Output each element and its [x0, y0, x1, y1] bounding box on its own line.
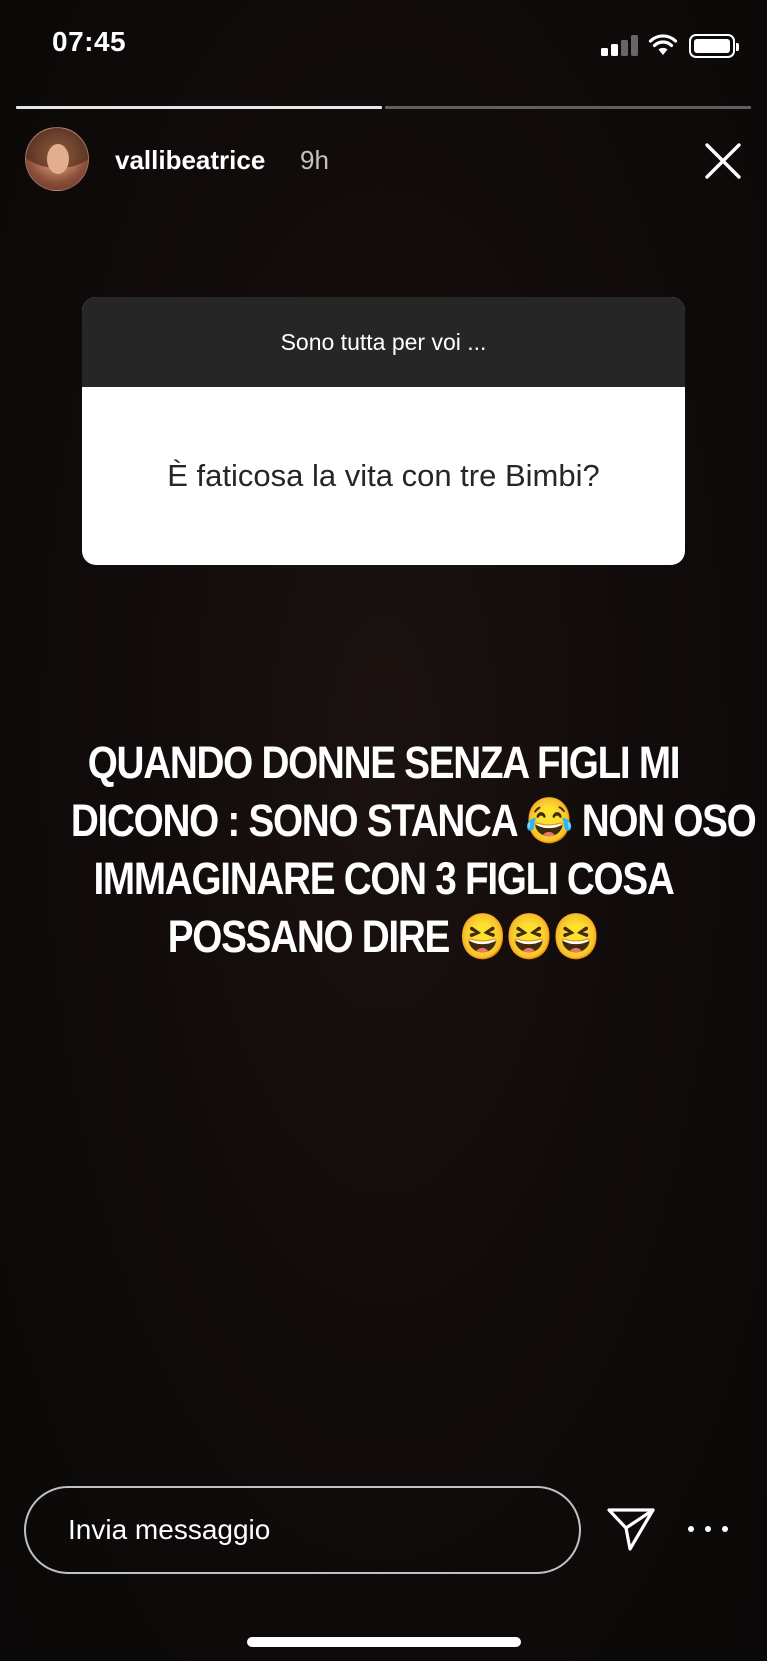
caption-line: DICONO : SONO STANCA 😂 NON OSO [70, 795, 757, 846]
progress-segment [385, 106, 751, 109]
question-prompt: Sono tutta per voi ... [82, 297, 685, 387]
story-caption: QUANDO DONNE SENZA FIGLI MI DICONO : SON… [70, 734, 757, 966]
more-horizontal-icon[interactable] [688, 1512, 728, 1546]
profile-avatar[interactable] [25, 127, 89, 191]
caption-line: QUANDO DONNE SENZA FIGLI MI [87, 737, 681, 788]
question-sticker[interactable]: Sono tutta per voi ... È faticosa la vit… [82, 297, 685, 565]
caption-line: IMMAGINARE CON 3 FIGLI COSA [93, 853, 674, 904]
send-message-input[interactable] [24, 1486, 581, 1574]
home-indicator [247, 1637, 521, 1647]
progress-segment [16, 106, 382, 109]
story-progress-bar [16, 106, 751, 109]
question-text: È faticosa la vita con tre Bimbi? [167, 458, 600, 493]
battery-icon [689, 34, 739, 58]
cellular-signal-icon [601, 34, 639, 56]
story-screen: 07:45 vallibeatrice 9h Sono tutta per vo… [0, 0, 767, 1661]
wifi-icon [648, 34, 678, 55]
paper-plane-icon[interactable] [606, 1506, 656, 1552]
story-time-ago: 9h [300, 145, 329, 175]
close-icon[interactable] [703, 141, 743, 181]
status-time: 07:45 [52, 26, 127, 57]
username[interactable]: vallibeatrice [115, 145, 265, 176]
caption-line: POSSANO DIRE 😆😆😆 [167, 911, 601, 962]
